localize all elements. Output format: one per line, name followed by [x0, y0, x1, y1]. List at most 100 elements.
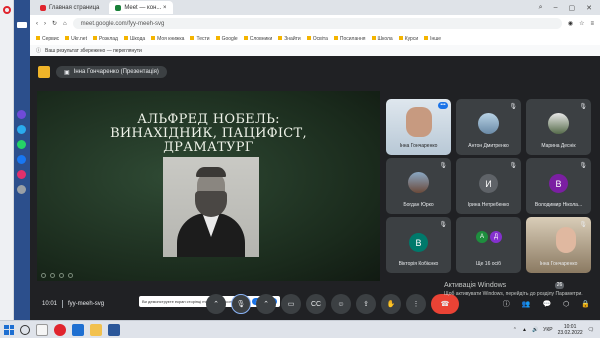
camera-toggle-chevron-icon[interactable]: ⌃ — [256, 294, 276, 314]
participant-name: Вікторія Кобієнко — [398, 261, 439, 267]
volume-icon[interactable]: 🔊 — [532, 327, 538, 333]
nobel-portrait — [163, 157, 259, 257]
participant-name: Інна Гончаренко — [539, 261, 578, 267]
participant-name: Інна Гончаренко — [399, 143, 438, 149]
more-options-button[interactable]: ⋮ — [406, 294, 426, 314]
clock[interactable]: 10:01 23.02.2022 — [558, 324, 583, 336]
slide-title-line: АЛЬФРЕД НОБЕЛЬ: — [137, 112, 280, 127]
notifications-icon[interactable]: 🗨 — [588, 327, 594, 333]
telegram-icon[interactable] — [17, 125, 26, 134]
reload-icon[interactable]: ↻ — [52, 20, 57, 27]
captions-button[interactable]: CC — [306, 294, 326, 314]
bookmark-item[interactable]: Школа — [372, 36, 393, 42]
chat-icon[interactable]: 💬 — [542, 300, 551, 308]
participant-name: Марина Деснік — [541, 143, 576, 149]
participant-tile[interactable]: 🎙 Антон Дмитренко — [456, 99, 521, 155]
participant-tile[interactable]: ••• Інна Гончаренко — [386, 99, 451, 155]
more-options-chevron-icon[interactable]: ⌃ — [206, 294, 226, 314]
forward-icon[interactable]: › — [44, 21, 46, 27]
bookmark-item[interactable]: Шкода — [124, 36, 145, 42]
maximize-icon[interactable]: ▢ — [569, 4, 576, 12]
explorer-taskbar-icon[interactable] — [90, 323, 102, 336]
tab-label: Meet — кон... × — [124, 4, 167, 11]
raise-hand-button[interactable]: ✋ — [381, 294, 401, 314]
bookmark-item[interactable]: Курси — [399, 36, 418, 42]
tray-arrow-icon[interactable]: ⌃ — [513, 327, 517, 333]
meeting-time: 10:01 — [42, 301, 58, 307]
tab-meet[interactable]: Meet — кон... × — [109, 1, 173, 14]
back-icon[interactable]: ‹ — [36, 21, 38, 27]
search-icon[interactable] — [20, 324, 30, 335]
messenger-icon[interactable] — [17, 110, 26, 119]
reactions-button[interactable]: ☺ — [331, 294, 351, 314]
bookmark-item[interactable]: Тести — [190, 36, 209, 42]
participant-avatar: А — [476, 231, 488, 243]
menu-icon[interactable]: ≡ — [590, 21, 594, 27]
participant-photo — [478, 113, 499, 134]
participant-photo — [408, 172, 429, 193]
edge-taskbar-icon[interactable] — [72, 323, 84, 336]
more-options-icon[interactable]: ••• — [438, 102, 448, 109]
camera-icon[interactable]: ◉ — [568, 20, 573, 27]
bookmark-star-icon[interactable]: ☆ — [579, 20, 584, 27]
minimize-icon[interactable]: – — [554, 4, 558, 12]
network-icon[interactable]: ▲ — [522, 327, 527, 333]
search-tabs-icon[interactable]: ⌕ — [539, 4, 543, 12]
language-indicator[interactable]: УКР — [543, 327, 552, 333]
slide-next-icon[interactable] — [68, 273, 73, 278]
lock-icon[interactable]: 🔒 — [581, 300, 590, 308]
participant-tile[interactable]: 🎙 Богдан Юрко — [386, 158, 451, 214]
participant-name: Ще 16 осіб — [475, 261, 502, 267]
opera-taskbar-icon[interactable] — [54, 323, 66, 336]
participant-tile[interactable]: В 🎙 Вікторія Кобієнко — [386, 217, 451, 273]
messenger-icons — [14, 110, 30, 200]
bookmark-item[interactable]: Словники — [244, 36, 273, 42]
home-icon[interactable]: ⌂ — [63, 21, 67, 27]
url-field[interactable]: meet.google.com/fyy-meeh-svg — [72, 18, 562, 29]
bookmark-item[interactable]: Інше — [424, 36, 441, 42]
close-icon[interactable]: ✕ — [586, 4, 592, 12]
tab-home[interactable]: Главная страница — [34, 1, 105, 14]
bookmark-item[interactable]: Знайти — [278, 36, 300, 42]
camera-button[interactable]: ▭ — [281, 294, 301, 314]
bookmark-item[interactable]: Освіта — [307, 36, 328, 42]
windows-taskbar: ⌃ ▲ 🔊 УКР 10:01 23.02.2022 🗨 — [0, 320, 600, 338]
participant-tile[interactable]: 🎙 Інна Гончаренко — [526, 217, 591, 273]
microphone-button[interactable]: 🎙 — [231, 294, 251, 314]
presentation-logo-icon — [38, 66, 50, 78]
slide-play-icon[interactable] — [50, 273, 55, 278]
participant-avatar: В — [409, 233, 428, 252]
slide-menu-icon[interactable] — [59, 273, 64, 278]
opera-logo-icon[interactable] — [3, 6, 11, 14]
windows-start-icon[interactable] — [4, 324, 14, 335]
bookmark-item[interactable]: Google — [216, 36, 238, 42]
bookmark-item[interactable]: Розклад — [93, 36, 118, 42]
instagram-icon[interactable] — [17, 170, 26, 179]
bookmark-item[interactable]: Сервис — [36, 36, 59, 42]
participant-tile[interactable]: И 🎙 Ірина Нетребенко — [456, 158, 521, 214]
facebook-icon[interactable] — [17, 155, 26, 164]
participant-tile[interactable]: 🎙 Марина Деснік — [526, 99, 591, 155]
participant-tile[interactable]: В 🎙 Володимир Нікола... — [526, 158, 591, 214]
activities-icon[interactable]: ⬡ — [563, 300, 569, 308]
slide-prev-icon[interactable] — [41, 273, 46, 278]
info-icon[interactable]: ⓘ — [503, 299, 510, 309]
bookmark-item[interactable]: Посилання — [334, 36, 366, 42]
call-controls: ⌃ 🎙 ⌃ ▭ CC ☺ ⇪ ✋ ⋮ ☎ — [206, 288, 459, 320]
present-button[interactable]: ⇪ — [356, 294, 376, 314]
bookmark-item[interactable]: Ukr.net — [65, 36, 87, 42]
bookmark-item[interactable]: Моя книжка — [151, 36, 184, 42]
participant-name: Володимир Нікола... — [534, 202, 583, 208]
opera-sidebar — [0, 0, 14, 320]
more-participants-tile[interactable]: А Д Ще 16 осіб — [456, 217, 521, 273]
whatsapp-icon[interactable] — [17, 140, 26, 149]
participant-avatar: Д — [490, 231, 502, 243]
word-taskbar-icon[interactable] — [108, 323, 120, 336]
info-text[interactable]: Ваш результат збережено — переглянути — [45, 48, 142, 54]
task-view-icon[interactable] — [36, 323, 48, 336]
presenter-chip[interactable]: ▣ Інна Гончаренко (Презентація) — [56, 66, 167, 78]
people-icon[interactable]: 👥 — [522, 300, 531, 308]
history-icon[interactable] — [17, 185, 26, 194]
tab-favicon-icon — [40, 4, 46, 11]
vk-icon[interactable] — [17, 22, 27, 28]
